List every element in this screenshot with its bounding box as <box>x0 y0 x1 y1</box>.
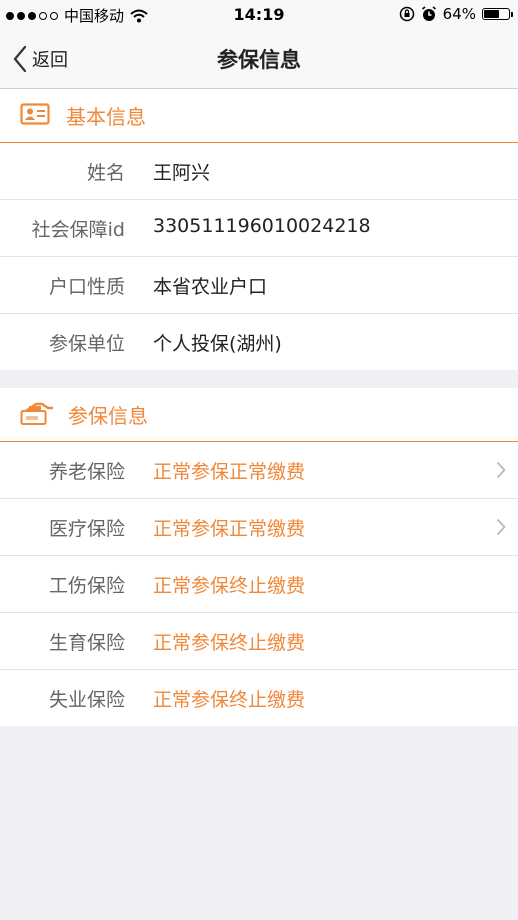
row-label: 医疗保险 <box>48 518 125 540</box>
insurance-info-header: 参保信息 <box>0 388 518 442</box>
insurance-row-work-injury: 工伤保险 正常参保终止缴费 <box>0 556 518 613</box>
navigation-bar: 返回 参保信息 <box>0 30 518 89</box>
row-label: 户口性质 <box>48 276 125 298</box>
row-value: 个人投保(湖州) <box>153 333 282 355</box>
insurance-info-section: 参保信息 养老保险 正常参保正常缴费 医疗保险 正常参保正常缴费 工伤保险 正常… <box>0 388 518 726</box>
row-status: 正常参保终止缴费 <box>153 689 306 711</box>
insurance-row-maternity: 生育保险 正常参保终止缴费 <box>0 613 518 670</box>
row-label: 姓名 <box>86 162 125 184</box>
status-bar: 中国移动 14:19 64% <box>0 0 518 30</box>
section-title: 参保信息 <box>68 404 148 428</box>
row-label: 社会保障id <box>31 219 125 241</box>
orientation-lock-icon <box>399 6 414 22</box>
insurance-row-unemployment: 失业保险 正常参保终止缴费 <box>0 670 518 726</box>
alarm-icon <box>421 6 436 21</box>
id-card-icon <box>20 103 50 125</box>
insurance-row-pension[interactable]: 养老保险 正常参保正常缴费 <box>0 442 518 499</box>
row-label: 工伤保险 <box>48 575 125 597</box>
row-status: 正常参保终止缴费 <box>153 575 306 597</box>
info-row-household-type: 户口性质 本省农业户口 <box>0 257 518 314</box>
row-status: 正常参保终止缴费 <box>153 632 306 654</box>
info-row-name: 姓名 王阿兴 <box>0 143 518 200</box>
page-title: 参保信息 <box>217 48 301 72</box>
row-value: 330511196010024218 <box>153 215 371 237</box>
battery-percent: 64% <box>442 5 476 23</box>
battery-icon <box>482 8 513 20</box>
info-row-social-security-id: 社会保障id 330511196010024218 <box>0 200 518 257</box>
chevron-right-icon <box>496 518 506 536</box>
row-label: 养老保险 <box>48 461 125 483</box>
row-value: 王阿兴 <box>153 162 211 184</box>
basic-info-header: 基本信息 <box>0 89 518 143</box>
info-row-insured-unit: 参保单位 个人投保(湖州) <box>0 314 518 370</box>
section-title: 基本信息 <box>66 105 146 129</box>
row-status: 正常参保正常缴费 <box>153 518 306 540</box>
chevron-right-icon <box>496 461 506 479</box>
money-hand-icon <box>20 402 53 425</box>
row-value: 本省农业户口 <box>153 276 268 298</box>
insurance-row-medical[interactable]: 医疗保险 正常参保正常缴费 <box>0 499 518 556</box>
row-label: 生育保险 <box>48 632 125 654</box>
status-right: 64% <box>399 5 513 23</box>
basic-info-section: 基本信息 姓名 王阿兴 社会保障id 330511196010024218 户口… <box>0 89 518 370</box>
row-status: 正常参保正常缴费 <box>153 461 306 483</box>
row-label: 失业保险 <box>48 689 125 711</box>
row-label: 参保单位 <box>48 333 125 355</box>
